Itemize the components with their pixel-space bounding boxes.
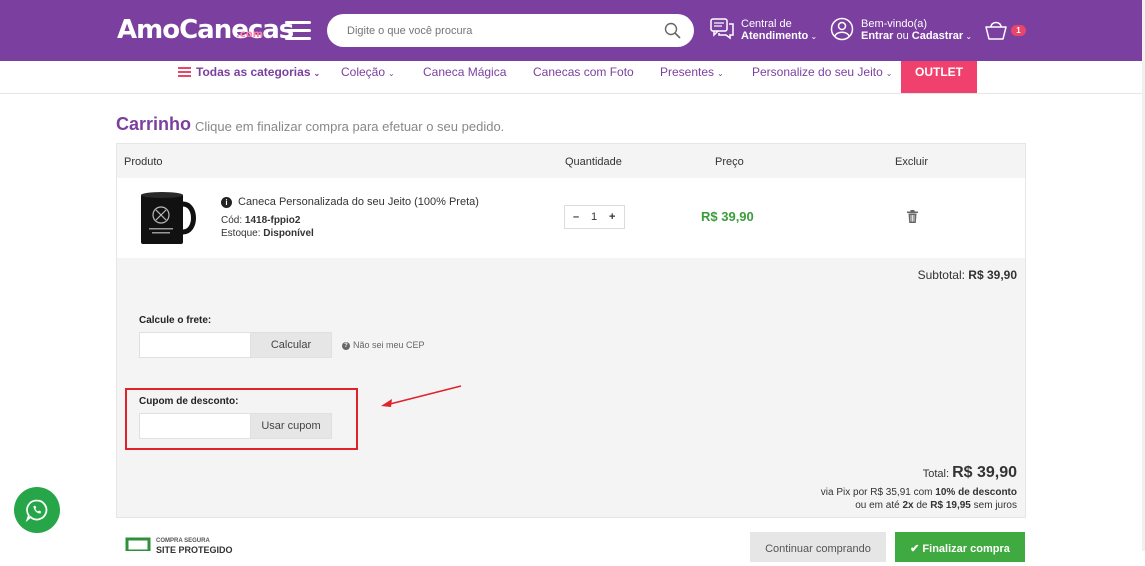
decrease-quantity-button[interactable]: – — [573, 211, 579, 223]
coupon-highlight-box — [125, 388, 358, 450]
nav-item-outlet[interactable]: OUTLET — [901, 61, 977, 93]
login-link[interactable]: Entrar — [861, 30, 893, 42]
nav-item-label: Canecas com Foto — [533, 65, 634, 79]
cep-help-link[interactable]: ? Não sei meu CEP — [342, 340, 425, 350]
nav-item-label: Coleção — [341, 65, 386, 79]
secure-site-seal: COMPRA SEGURA SITE PROTEGIDO — [125, 537, 255, 555]
question-icon: ? — [342, 341, 350, 350]
trash-icon[interactable] — [907, 210, 918, 223]
stock-label: Estoque: — [221, 228, 264, 239]
header-product: Produto — [124, 156, 163, 168]
support-line1: Central de — [741, 18, 792, 30]
nav-item-caneca-magica[interactable]: Caneca Mágica — [423, 61, 506, 94]
nav-all-categories[interactable]: Todas as categorias ⌄ — [178, 61, 320, 94]
cart-count-badge: 1 — [1011, 25, 1026, 36]
nav-item-label: Caneca Mágica — [423, 65, 507, 79]
product-stock: Estoque: Disponível — [221, 228, 314, 239]
account-link[interactable]: Bem-vindo(a) Entrar ou Cadastrar ⌄ — [861, 18, 972, 43]
pix-discount: 10% de desconto — [935, 487, 1017, 498]
increase-quantity-button[interactable]: + — [609, 211, 615, 223]
code-value: 1418-fppio2 — [244, 215, 301, 226]
welcome-line1: Bem-vindo(a) — [861, 18, 928, 30]
cart-header-row: Produto Quantidade Preço Excluir — [117, 144, 1025, 178]
quantity-stepper: – 1 + — [564, 205, 625, 229]
shopping-basket-icon[interactable] — [984, 19, 1008, 41]
nav-all-categories-label: Todas as categorias — [196, 65, 311, 79]
subtotal-label: Subtotal: — [917, 268, 969, 282]
payment-options: via Pix por R$ 35,91 com 10% de desconto… — [821, 486, 1017, 512]
header-remove: Excluir — [895, 156, 929, 168]
product-code: Cód: 1418-fppio2 — [221, 215, 300, 226]
nav-item-colecao[interactable]: Coleção ⌄ — [341, 61, 395, 94]
pix-prefix: via Pix por — [820, 487, 871, 498]
quantity-value[interactable]: 1 — [591, 211, 597, 223]
whatsapp-button[interactable] — [14, 487, 60, 533]
search-icon[interactable] — [664, 22, 681, 39]
shield-icon — [125, 537, 151, 551]
nav-item-personalize[interactable]: Personalize do seu Jeito ⌄ — [752, 61, 892, 94]
page-title: Carrinho — [116, 114, 192, 134]
code-label: Cód: — [221, 215, 245, 226]
finish-purchase-button[interactable]: ✔ Finalizar compra — [895, 532, 1025, 562]
nav-item-canecas-com-foto[interactable]: Canecas com Foto — [533, 61, 634, 94]
total-label: Total: — [922, 468, 953, 480]
cep-help-label: Não sei meu CEP — [353, 340, 425, 350]
site-header: AmoCanecas .com Central de Atendimento ⌄… — [0, 0, 1145, 61]
item-price: R$ 39,90 — [701, 209, 754, 224]
user-icon[interactable] — [830, 17, 854, 41]
cep-input[interactable] — [139, 332, 251, 358]
product-name[interactable]: Caneca Personalizada do seu Jeito (100% … — [238, 196, 479, 208]
stock-value: Disponível — [263, 228, 314, 239]
shipping-label: Calcule o frete: — [139, 315, 212, 326]
register-link[interactable]: Cadastrar — [912, 30, 963, 42]
installments-prefix: ou em até — [855, 500, 903, 511]
nav-item-presentes[interactable]: Presentes ⌄ — [660, 61, 724, 94]
installments-suffix: sem juros — [970, 500, 1017, 511]
pix-mid: com — [910, 487, 936, 498]
check-icon: ✔ — [910, 543, 923, 555]
welcome-or: ou — [893, 30, 912, 42]
support-line2: Atendimento — [741, 30, 809, 42]
total: Total: R$ 39,90 — [923, 464, 1017, 482]
chat-support-icon[interactable] — [710, 18, 734, 40]
cart-item-row: i Caneca Personalizada do seu Jeito (100… — [117, 178, 1025, 258]
installments-count: 2x — [902, 500, 914, 511]
secure-bottom-label: SITE PROTEGIDO — [156, 545, 233, 555]
whatsapp-icon — [25, 499, 48, 522]
page-subtitle: Clique em finalizar compra para efetuar … — [195, 119, 505, 134]
amocanecas-logo[interactable]: AmoCanecas .com — [117, 10, 294, 50]
red-arrow-annotation — [381, 385, 462, 407]
search-bar — [327, 14, 694, 47]
cart-panel: Produto Quantidade Preço Excluir i Canec… — [116, 143, 1026, 518]
total-value: R$ 39,90 — [952, 464, 1017, 481]
logo-suffix: .com — [236, 29, 264, 40]
info-icon[interactable]: i — [221, 197, 232, 208]
calculate-shipping-button[interactable]: Calcular — [250, 332, 332, 358]
header-price: Preço — [715, 156, 744, 168]
continue-shopping-button[interactable]: Continuar comprando — [750, 532, 886, 562]
nav-item-label: Personalize do seu Jeito — [752, 65, 883, 79]
finish-label: Finalizar compra — [922, 543, 1010, 555]
subtotal: Subtotal: R$ 39,90 — [918, 268, 1017, 282]
search-input[interactable] — [347, 14, 647, 47]
secure-top-label: COMPRA SEGURA — [156, 538, 210, 544]
nav-item-label: Presentes — [660, 65, 715, 79]
installments-mid: de — [913, 500, 931, 511]
list-icon — [178, 67, 191, 77]
pix-value: R$ 35,91 — [870, 487, 911, 498]
support-link[interactable]: Central de Atendimento ⌄ — [741, 18, 817, 43]
menu-icon[interactable] — [285, 21, 311, 40]
header-quantity: Quantidade — [565, 156, 622, 168]
installments-value: R$ 19,95 — [930, 500, 971, 511]
product-image[interactable] — [135, 188, 201, 248]
subtotal-value: R$ 39,90 — [968, 268, 1017, 282]
